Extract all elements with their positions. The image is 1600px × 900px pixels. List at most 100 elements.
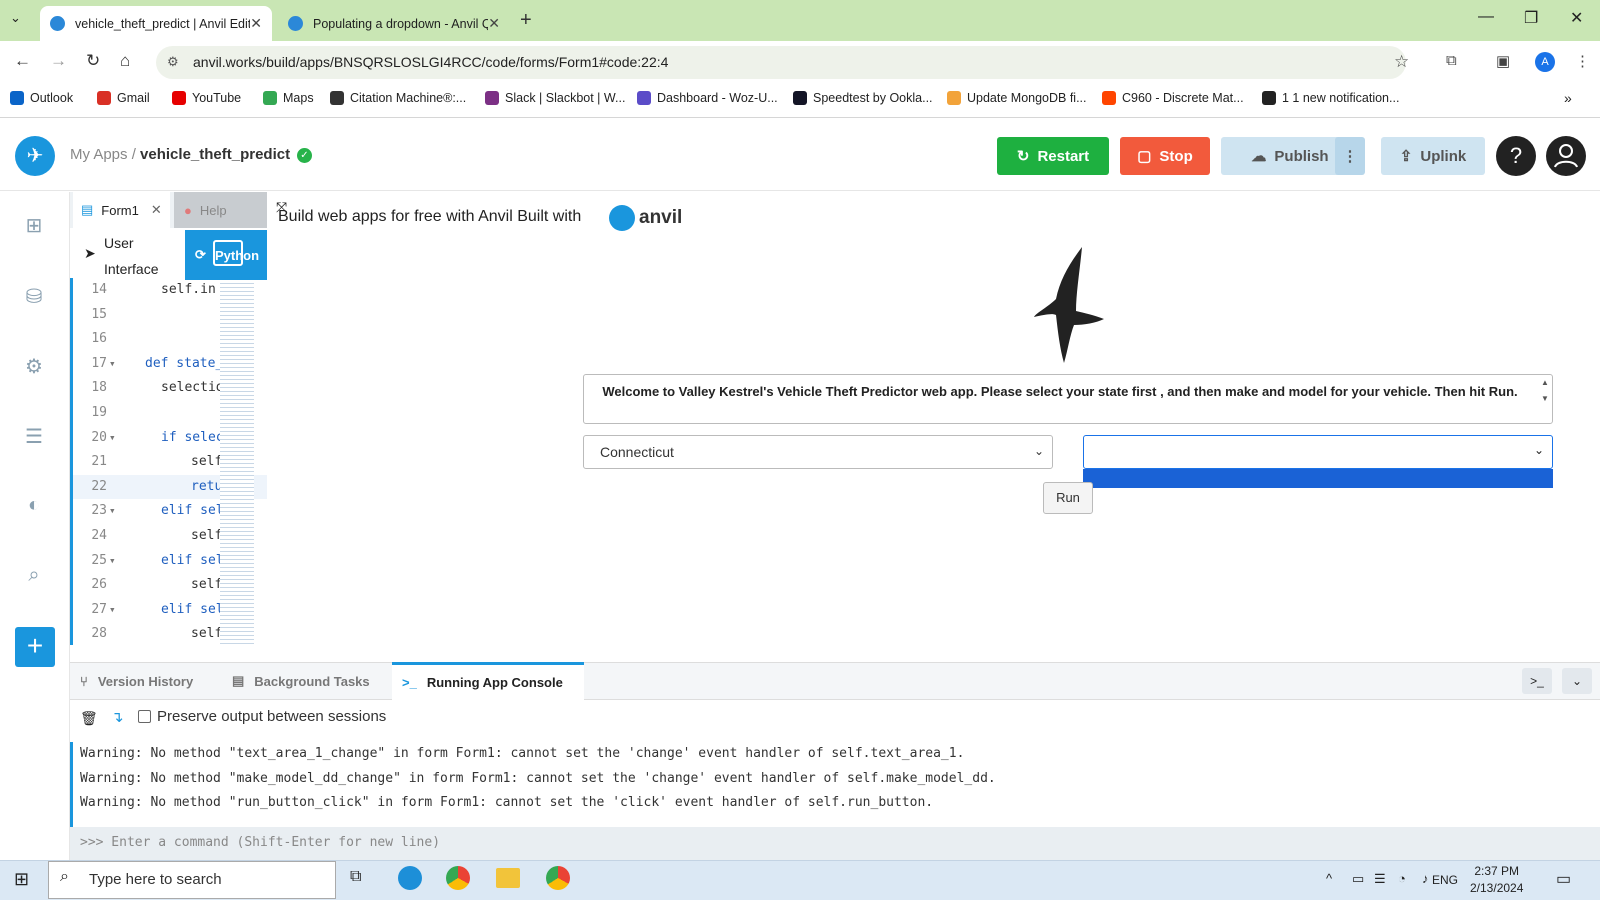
console-command-input[interactable]: >>> Enter a command (Shift-Enter for new… (70, 827, 1600, 860)
url-text[interactable]: anvil.works/build/apps/BNSQRSLOSLGI4RCC/… (193, 54, 668, 70)
close-icon[interactable]: ✕ (250, 15, 262, 32)
settings-icon[interactable]: ⚙ (21, 354, 47, 378)
scroll-down-icon[interactable]: ▼ (1541, 394, 1549, 403)
minimize-icon[interactable]: — (1478, 8, 1494, 26)
chrome-icon[interactable] (546, 866, 570, 890)
extensions-icon[interactable]: ⧉ (1446, 52, 1457, 69)
bookmark-item[interactable]: Maps (263, 91, 314, 105)
fold-icon[interactable]: ▾ (109, 352, 116, 376)
bookmark-item[interactable]: Update MongoDB fi... (947, 91, 1087, 105)
my-apps-link[interactable]: My Apps (70, 146, 128, 163)
wifi-icon[interactable]: ◔ (1398, 871, 1406, 886)
user-account-icon[interactable] (1546, 136, 1586, 176)
back-icon[interactable]: ← (14, 51, 31, 71)
bookmark-item[interactable]: Slack | Slackbot | W... (485, 91, 625, 105)
new-tab-icon[interactable]: + (520, 9, 532, 32)
browser-tab-active[interactable]: vehicle_theft_predict | Anvil Edit ✕ (40, 6, 272, 41)
taskbar-search-input[interactable]: Type here to search (48, 861, 336, 899)
bookmark-label: Maps (283, 91, 314, 105)
code-minimap[interactable] (220, 280, 254, 645)
fold-icon[interactable]: ▾ (109, 598, 116, 622)
database-icon[interactable]: ⛁ (21, 284, 47, 308)
search-icon[interactable]: ⌕ (21, 564, 47, 588)
publish-more-button[interactable]: ⋮ (1335, 137, 1365, 175)
profile-avatar[interactable]: A (1535, 52, 1555, 72)
user-interface-label: User Interface (104, 235, 159, 277)
home-icon[interactable]: ⌂ (120, 51, 130, 71)
browser-tab[interactable]: Populating a dropdown - Anvil Q ✕ (278, 6, 510, 41)
make-model-dropdown[interactable]: ⌄ (1083, 435, 1553, 469)
anvil-logo-icon[interactable]: ✈ (15, 136, 55, 176)
stop-button[interactable]: ▢ Stop (1120, 137, 1210, 175)
camera-icon[interactable]: ▭ (1352, 871, 1364, 887)
forward-icon[interactable]: → (50, 51, 67, 71)
bookmark-item[interactable]: 1 1 new notification... (1262, 91, 1399, 105)
run-button[interactable]: Run (1043, 482, 1093, 514)
tab-search-icon[interactable]: ⌄ (10, 10, 21, 26)
edge-icon[interactable] (398, 866, 422, 890)
tab-form1[interactable]: ▤ Form1 ✕ (73, 192, 170, 228)
preserve-output-checkbox[interactable]: Preserve output between sessions (138, 708, 386, 725)
line-number: 15 (91, 306, 107, 322)
close-icon[interactable]: ✕ (151, 202, 162, 218)
fold-icon[interactable]: ▾ (109, 426, 116, 450)
bookmark-star-icon[interactable]: ☆ (1394, 52, 1409, 72)
chrome-icon[interactable] (446, 866, 470, 890)
tab-version-history[interactable]: ⑂ Version History (70, 662, 214, 700)
tab-running-app-console[interactable]: >_ Running App Console (392, 662, 584, 700)
task-view-icon[interactable]: ⧉ (350, 868, 361, 886)
state-dropdown[interactable]: Connecticut ⌄ (583, 435, 1053, 469)
dropdown-option-highlighted[interactable] (1083, 469, 1553, 488)
bookmark-favicon-icon (947, 91, 961, 105)
clock[interactable]: 2:37 PM 2/13/2024 (1470, 863, 1523, 897)
list-icon[interactable]: ☰ (21, 424, 47, 448)
network-icon[interactable]: ☰ (1374, 871, 1386, 887)
app-browser-icon[interactable]: ⊞ (21, 213, 47, 237)
close-icon[interactable]: ✕ (488, 15, 500, 32)
tray-chevron-icon[interactable]: ^ (1326, 871, 1332, 886)
bookmark-favicon-icon (485, 91, 499, 105)
tab-label: Background Tasks (254, 673, 370, 689)
notifications-icon[interactable]: ▭ (1556, 869, 1571, 889)
theme-palette-icon[interactable]: ◐ (21, 494, 47, 518)
window-close-icon[interactable]: ✕ (1570, 8, 1583, 28)
reload-icon[interactable]: ↻ (86, 51, 100, 71)
open-console-icon[interactable]: >_ (1522, 668, 1552, 694)
welcome-text-area[interactable]: Welcome to Valley Kestrel's Vehicle Thef… (583, 374, 1553, 424)
fold-icon[interactable]: ▾ (109, 549, 116, 573)
more-bookmarks-icon[interactable]: » (1564, 90, 1572, 106)
tab-background-tasks[interactable]: ▤ Background Tasks (222, 662, 390, 700)
side-panel-icon[interactable]: ▣ (1496, 52, 1510, 70)
file-explorer-icon[interactable] (496, 868, 520, 888)
user-interface-tab[interactable]: ➤ User Interface (82, 230, 182, 282)
split-view-icon[interactable] (213, 240, 243, 266)
bookmark-item[interactable]: Gmail (97, 91, 150, 105)
checkbox[interactable] (138, 710, 151, 723)
uplink-button[interactable]: ⇪ Uplink (1381, 137, 1485, 175)
menu-icon[interactable]: ⋮ (1575, 52, 1590, 70)
restore-icon[interactable]: ❐ (1524, 8, 1538, 28)
form-file-icon: ▤ (81, 202, 94, 217)
help-button[interactable]: ? (1496, 136, 1536, 176)
bookmark-item[interactable]: C960 - Discrete Mat... (1102, 91, 1244, 105)
add-icon[interactable]: + (15, 627, 55, 667)
site-info-icon[interactable]: ⚙ (167, 54, 179, 70)
collapse-icon[interactable]: ⌄ (1562, 668, 1592, 694)
fold-icon[interactable]: ▾ (109, 499, 116, 523)
bookmark-item[interactable]: Speedtest by Ookla... (793, 91, 933, 105)
scroll-up-icon[interactable]: ▲ (1541, 378, 1549, 387)
line-number: 19 (91, 405, 107, 420)
bookmark-item[interactable]: Outlook (10, 91, 73, 105)
windows-start-icon[interactable]: ⊞ (14, 869, 29, 890)
language-indicator[interactable]: ENG (1432, 873, 1458, 887)
anvil-logo-icon (609, 205, 635, 231)
restart-button[interactable]: ↻ Restart (997, 137, 1109, 175)
scroll-to-bottom-icon[interactable]: ↴ (111, 708, 124, 726)
trash-icon[interactable]: 🗑 (80, 710, 98, 727)
volume-icon[interactable]: ♪ (1422, 871, 1429, 886)
bookmark-item[interactable]: YouTube (172, 91, 241, 105)
anvil-brand-logo[interactable]: anvil (609, 205, 682, 231)
tab-help[interactable]: ● Help (174, 192, 267, 228)
bookmark-item[interactable]: Dashboard - Woz-U... (637, 91, 778, 105)
bookmark-item[interactable]: Citation Machine®:... (330, 91, 466, 105)
